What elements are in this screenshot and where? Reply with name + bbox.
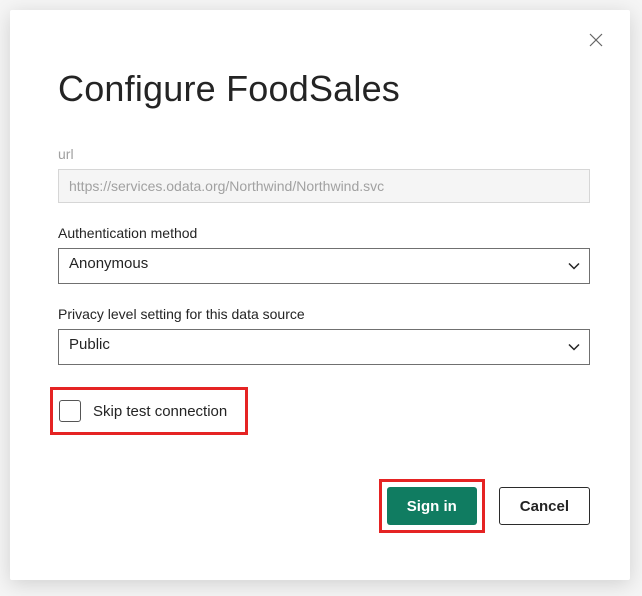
- auth-label: Authentication method: [58, 225, 590, 241]
- signin-button[interactable]: Sign in: [387, 487, 477, 525]
- cancel-button[interactable]: Cancel: [499, 487, 590, 525]
- auth-field-group: Authentication method Anonymous: [58, 225, 590, 284]
- dialog-title: Configure FoodSales: [58, 68, 590, 110]
- skip-test-checkbox[interactable]: [59, 400, 81, 422]
- url-input[interactable]: [58, 169, 590, 203]
- close-icon: [589, 33, 603, 47]
- configure-dialog: Configure FoodSales url Authentication m…: [10, 10, 630, 580]
- button-row: Sign in Cancel: [58, 479, 590, 533]
- url-label: url: [58, 146, 590, 162]
- privacy-select[interactable]: Public: [58, 329, 590, 365]
- signin-highlight: Sign in: [379, 479, 485, 533]
- close-button[interactable]: [584, 28, 608, 52]
- privacy-field-group: Privacy level setting for this data sour…: [58, 306, 590, 365]
- privacy-select-wrap: Public: [58, 329, 590, 365]
- privacy-label: Privacy level setting for this data sour…: [58, 306, 590, 322]
- auth-select[interactable]: Anonymous: [58, 248, 590, 284]
- skip-test-label: Skip test connection: [93, 403, 227, 420]
- skip-test-row: Skip test connection: [50, 387, 248, 435]
- auth-select-wrap: Anonymous: [58, 248, 590, 284]
- url-field-group: url: [58, 146, 590, 203]
